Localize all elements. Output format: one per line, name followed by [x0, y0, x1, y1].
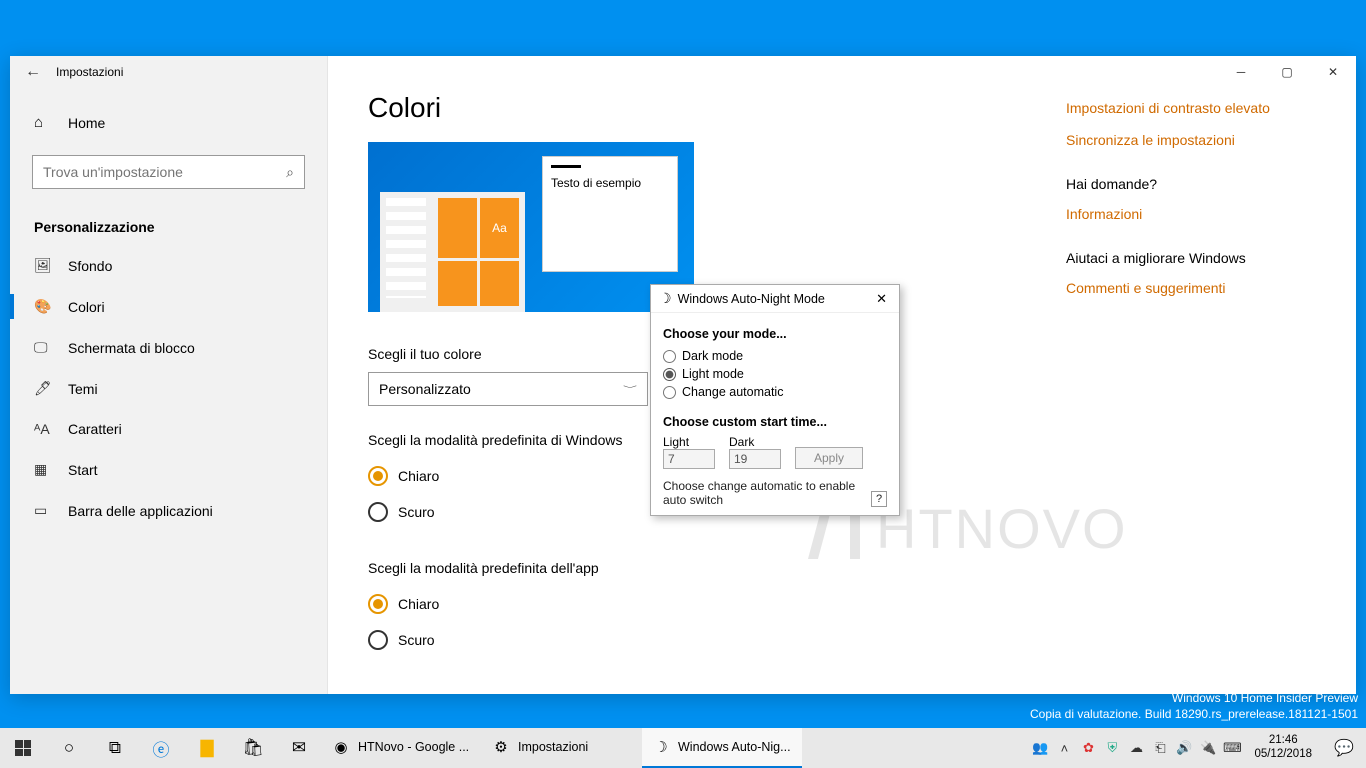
color-dropdown[interactable]: Personalizzato ﹀	[368, 372, 648, 406]
explorer-icon[interactable]: ▇	[184, 728, 230, 768]
people-icon[interactable]: 👥	[1028, 740, 1052, 756]
home-icon: ⌂	[34, 114, 50, 131]
sidebar: ⌂ Home ⌕ Personalizzazione 🖼Sfondo 🎨Colo…	[10, 56, 328, 694]
sidebar-item-start[interactable]: ▦Start	[10, 449, 327, 490]
action-center-icon[interactable]: 💬	[1322, 738, 1366, 758]
radio-light-mode[interactable]: Light mode	[663, 365, 887, 383]
fonts-icon: ᴬA	[34, 421, 50, 437]
tray-icon[interactable]: ✿	[1076, 740, 1100, 756]
home-label: Home	[68, 115, 105, 131]
taskbar-icon: ▭	[34, 502, 50, 519]
chrome-icon: ◉	[332, 738, 350, 756]
defender-icon[interactable]: ⛨	[1100, 740, 1124, 756]
related-links: Impostazioni di contrasto elevato Sincro…	[1066, 92, 1316, 304]
taskbar-clock[interactable]: 21:46 05/12/2018	[1244, 734, 1322, 762]
themes-icon: 🖊	[34, 380, 50, 397]
window-title: Impostazioni	[56, 65, 123, 79]
link-sync[interactable]: Sincronizza le impostazioni	[1066, 124, 1316, 156]
desktop-watermark: Windows 10 Home Insider Preview Copia di…	[1030, 690, 1358, 722]
color-preview: Aa Testo di esempio	[368, 142, 694, 312]
cortana-button[interactable]: ○	[46, 728, 92, 768]
light-time-label: Light	[663, 435, 715, 449]
preview-start: Aa	[380, 192, 525, 312]
dark-time-input[interactable]	[729, 449, 781, 469]
link-contrast[interactable]: Impostazioni di contrasto elevato	[1066, 92, 1316, 124]
volume-icon[interactable]: 🔊	[1172, 740, 1196, 756]
link-feedback[interactable]: Commenti e suggerimenti	[1066, 272, 1316, 304]
systray: 👥 ˄ ✿ ⛨ ☁ ⎗ 🔊 🔌 ⌨ 21:46 05/12/2018 💬	[1028, 728, 1366, 768]
app-mode-scuro[interactable]: Scuro	[368, 622, 1316, 658]
app-mode-label: Scegli la modalità predefinita dell'app	[368, 560, 1316, 576]
apply-button[interactable]: Apply	[795, 447, 863, 469]
sidebar-item-temi[interactable]: 🖊Temi	[10, 368, 327, 409]
sidebar-section: Personalizzazione	[10, 203, 327, 245]
moon-icon: ☽	[652, 738, 670, 756]
taskbar-app-settings[interactable]: ⚙Impostazioni	[482, 728, 642, 768]
dark-time-label: Dark	[729, 435, 781, 449]
power-icon[interactable]: 🔌	[1196, 740, 1220, 756]
dialog-close-button[interactable]: ✕	[872, 291, 891, 307]
search-input[interactable]	[43, 164, 286, 180]
dialog-hint: Choose change automatic to enable auto s…	[663, 479, 887, 507]
taskbar: ○ ⧉ ⓔ ▇ 🛍 ✉ ◉HTNovo - Google ... ⚙Impost…	[0, 728, 1366, 768]
sidebar-item-sfondo[interactable]: 🖼Sfondo	[10, 245, 327, 286]
moon-icon: ☽	[659, 290, 672, 307]
picture-icon: 🖼	[34, 257, 50, 274]
maximize-button[interactable]: ▢	[1264, 56, 1310, 88]
chevron-down-icon: ﹀	[623, 384, 637, 394]
preview-window: Testo di esempio	[542, 156, 678, 272]
help-button[interactable]: ?	[871, 491, 887, 507]
link-info[interactable]: Informazioni	[1066, 198, 1316, 230]
taskbar-app-chrome[interactable]: ◉HTNovo - Google ...	[322, 728, 482, 768]
gear-icon: ⚙	[492, 738, 510, 756]
sidebar-home[interactable]: ⌂ Home	[10, 104, 327, 141]
taskbar-app-autonight[interactable]: ☽Windows Auto-Nig...	[642, 728, 802, 768]
improve-head: Aiutaci a migliorare Windows	[1066, 230, 1316, 272]
start-button[interactable]	[0, 728, 46, 768]
lockscreen-icon: 🖵	[34, 339, 50, 356]
sidebar-item-caratteri[interactable]: ᴬACaratteri	[10, 409, 327, 449]
app-mode-group: Chiaro Scuro	[368, 586, 1316, 658]
onedrive-icon[interactable]: ☁	[1124, 740, 1148, 756]
close-button[interactable]: ✕	[1310, 56, 1356, 88]
time-heading: Choose custom start time...	[663, 415, 887, 429]
dialog-title: Windows Auto-Night Mode	[678, 292, 867, 306]
palette-icon: 🎨	[34, 298, 50, 315]
minimize-button[interactable]: ─	[1218, 56, 1264, 88]
questions-head: Hai domande?	[1066, 156, 1316, 198]
dialog-titlebar[interactable]: ☽ Windows Auto-Night Mode ✕	[651, 285, 899, 313]
settings-titlebar: ← Impostazioni ─ ▢ ✕	[10, 56, 1356, 88]
taskview-button[interactable]: ⧉	[92, 728, 138, 768]
keyboard-icon[interactable]: ⌨	[1220, 740, 1244, 756]
tray-chevron-icon[interactable]: ˄	[1052, 741, 1076, 756]
auto-night-dialog: ☽ Windows Auto-Night Mode ✕ Choose your …	[650, 284, 900, 516]
sidebar-item-lockscreen[interactable]: 🖵Schermata di blocco	[10, 327, 327, 368]
radio-dark-mode[interactable]: Dark mode	[663, 347, 887, 365]
back-button[interactable]: ←	[10, 63, 56, 81]
search-icon: ⌕	[286, 164, 294, 181]
app-mode-chiaro[interactable]: Chiaro	[368, 586, 1316, 622]
light-time-input[interactable]	[663, 449, 715, 469]
store-icon[interactable]: 🛍	[230, 728, 276, 768]
mail-icon[interactable]: ✉	[276, 728, 322, 768]
search-box[interactable]: ⌕	[32, 155, 305, 189]
edge-icon[interactable]: ⓔ	[138, 728, 184, 768]
start-icon: ▦	[34, 461, 50, 478]
mode-heading: Choose your mode...	[663, 327, 887, 341]
radio-auto-mode[interactable]: Change automatic	[663, 383, 887, 401]
wifi-icon[interactable]: ⎗	[1148, 740, 1172, 756]
sidebar-item-taskbar[interactable]: ▭Barra delle applicazioni	[10, 490, 327, 531]
sidebar-item-colori[interactable]: 🎨Colori	[10, 286, 327, 327]
